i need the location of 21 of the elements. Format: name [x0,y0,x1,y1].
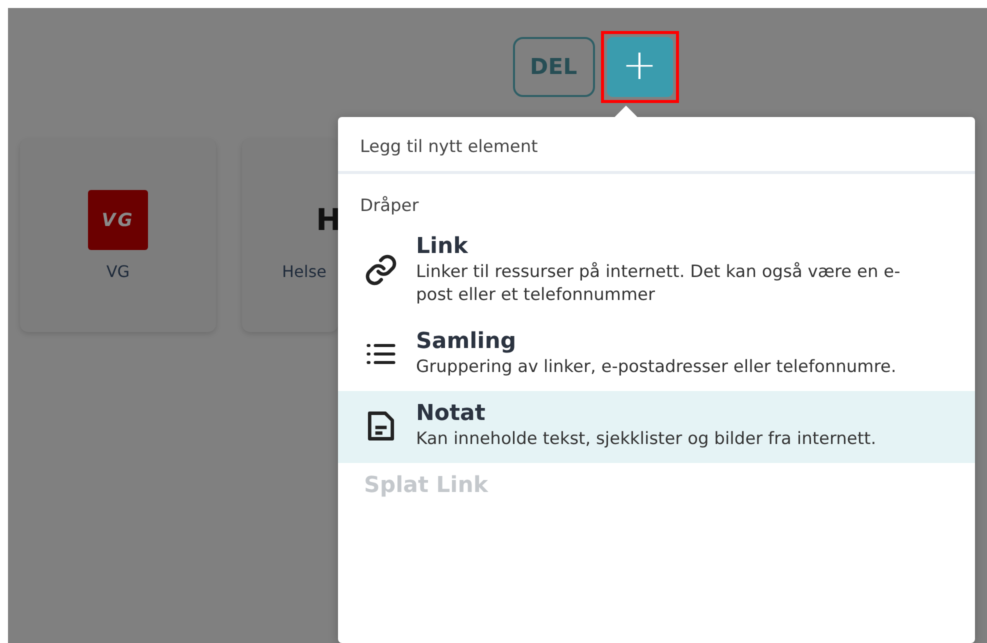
item-title: Link [416,234,470,259]
card-label: Helse [282,262,326,281]
menu-item[interactable]: Link Linker til ressurser på internett. Det kan også være en e-post eller et telefonnummer [338,224,975,319]
site-letter: H [315,202,338,240]
section-heading: Dråper [359,195,420,218]
bookmark-card[interactable]: VG VG [20,139,216,332]
site-logo: VG [88,190,148,250]
item-title: Splat Link [364,472,488,498]
bookmark-card[interactable]: H Helse [242,139,338,332]
menu-title: Legg til nytt element [338,117,975,174]
link-icon [364,253,398,288]
add-button[interactable]: + [606,37,672,97]
item-description: Kan inneholde tekst, sjekklister og bilder fra internett. [416,428,876,451]
card-label: VG [106,262,130,281]
item-title: Notat [416,400,486,426]
share-button[interactable]: DEL [512,37,594,97]
menu-item[interactable]: Notat Kan inneholde tekst, sjekklister og bilder fra internett. [338,390,975,463]
menu-item[interactable]: Samling Gruppering av linker, e-postadresser eller telefonnumre. [338,318,975,391]
item-description: Gruppering av linker, e-postadresser eller telefonnumre. [416,356,896,379]
item-title: Samling [416,328,518,354]
item-description: Linker til ressurser på internett. Det kan også være en e-post eller et telefonnummer [416,261,902,307]
